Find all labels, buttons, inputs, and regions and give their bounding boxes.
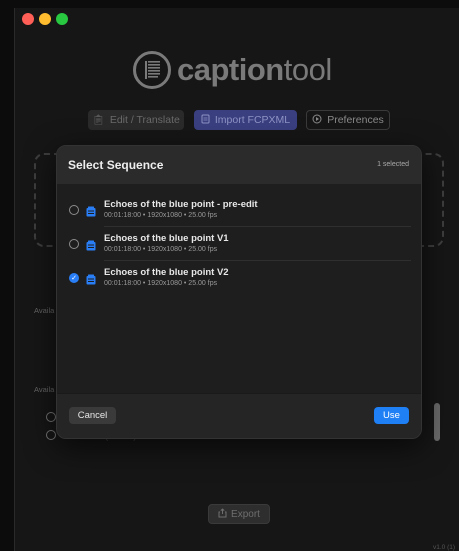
sequence-icon — [86, 272, 96, 285]
sequence-icon — [86, 204, 96, 217]
import-fcpxml-label: Import FCPXML — [214, 114, 291, 126]
edit-translate-button[interactable]: 📋︎ Edit / Translate — [88, 110, 184, 130]
available-label: Availa — [34, 306, 55, 315]
share-icon — [218, 507, 227, 521]
sequence-list: Echoes of the blue point - pre-edit 00:0… — [57, 184, 421, 396]
play-circle-icon — [312, 114, 322, 127]
export-label: Export — [231, 508, 260, 520]
preferences-label: Preferences — [327, 114, 384, 126]
selected-count: 1 selected — [377, 161, 409, 168]
divider — [104, 226, 411, 227]
sequence-item[interactable]: Echoes of the blue point V1 00:01:18:00 … — [67, 228, 411, 261]
sequence-meta: 00:01:18:00 • 1920x1080 • 25.00 fps — [104, 212, 218, 219]
clipboard-icon: 📋︎ — [92, 114, 105, 126]
cancel-button[interactable]: Cancel — [69, 407, 116, 424]
export-button[interactable]: Export — [208, 504, 270, 524]
edit-translate-label: Edit / Translate — [109, 114, 180, 126]
sequence-item-selected[interactable]: ✓ Echoes of the blue point V2 00:01:18:0… — [67, 262, 411, 295]
sequence-radio-checked[interactable]: ✓ — [69, 273, 79, 283]
sequence-radio[interactable] — [69, 239, 79, 249]
divider — [104, 260, 411, 261]
background-radio[interactable] — [46, 430, 56, 440]
sequence-radio[interactable] — [69, 205, 79, 215]
import-icon — [201, 114, 210, 127]
preferences-button[interactable]: Preferences — [306, 110, 390, 130]
sequence-name: Echoes of the blue point V1 — [104, 233, 229, 244]
import-fcpxml-button[interactable]: Import FCPXML — [194, 110, 297, 130]
sequence-item[interactable]: Echoes of the blue point - pre-edit 00:0… — [67, 194, 411, 227]
background-radio[interactable] — [46, 412, 56, 422]
sequence-name: Echoes of the blue point V2 — [104, 267, 229, 278]
sequence-icon — [86, 238, 96, 251]
available-label: Availa — [34, 385, 55, 394]
window-minimize-button[interactable] — [39, 13, 51, 25]
sequence-meta: 00:01:18:00 • 1920x1080 • 25.00 fps — [104, 246, 218, 253]
sequence-name: Echoes of the blue point - pre-edit — [104, 199, 258, 210]
use-button[interactable]: Use — [374, 407, 409, 424]
select-sequence-dialog: Select Sequence 1 selected Echoes of the… — [56, 145, 422, 439]
dialog-footer: Cancel Use — [57, 393, 421, 438]
sequence-meta: 00:01:18:00 • 1920x1080 • 25.00 fps — [104, 280, 218, 287]
dialog-header: Select Sequence 1 selected — [57, 146, 421, 185]
dialog-title: Select Sequence — [68, 158, 164, 172]
window-close-button[interactable] — [22, 13, 34, 25]
scrollbar[interactable] — [434, 403, 440, 441]
caption-logo-icon — [133, 51, 171, 89]
version-label: v1.0 (1) — [433, 544, 456, 551]
app-name: captiontool — [177, 52, 332, 87]
window-zoom-button[interactable] — [56, 13, 68, 25]
app-logo: captiontool — [133, 50, 332, 90]
